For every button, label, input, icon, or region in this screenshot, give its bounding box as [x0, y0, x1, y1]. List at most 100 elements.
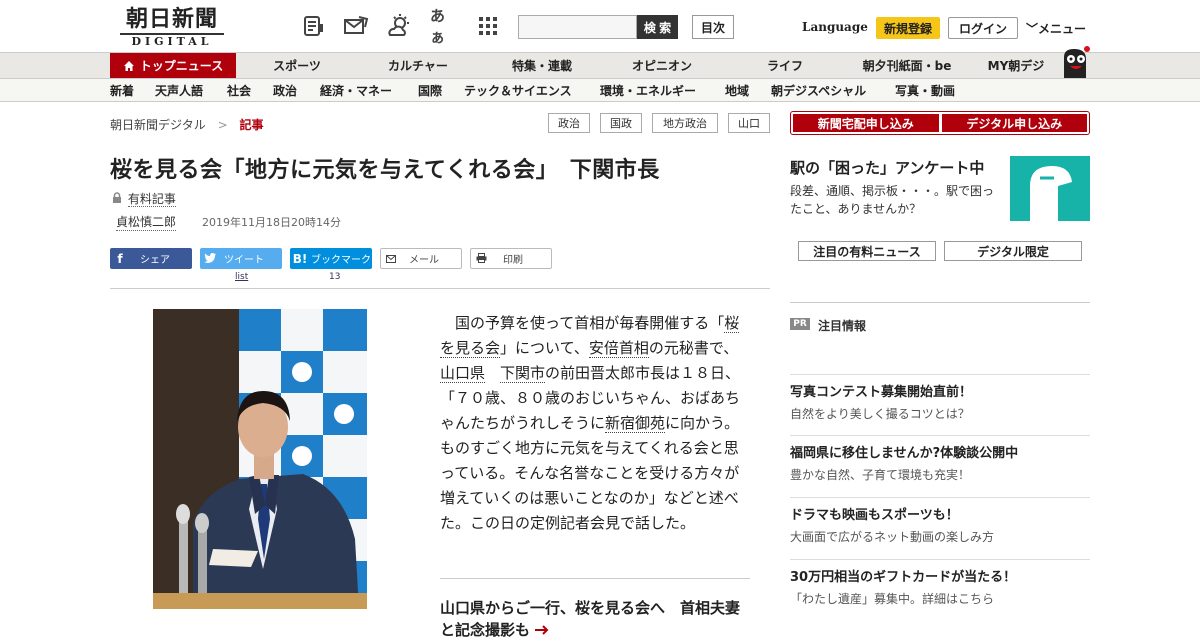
secondary-nav: 新着 天声人語 社会 政治 経済・マネー 国際 テック＆サイエンス 環境・エネル…	[0, 78, 1200, 102]
nav-international[interactable]: 国際	[418, 82, 442, 99]
nav-region[interactable]: 地域	[725, 82, 749, 99]
grid-menu-icon[interactable]	[474, 12, 502, 40]
mascot-icon[interactable]	[1058, 45, 1092, 79]
tag-national-politics[interactable]: 国政	[600, 113, 642, 133]
ad-subtitle: 自然をより美しく撮るコツとは？	[790, 407, 970, 421]
paid-label-text: 有料記事	[127, 192, 176, 207]
breadcrumb-current: 記事	[239, 118, 264, 132]
weather-icon[interactable]	[385, 12, 413, 40]
ad-item[interactable]: 30万円相当のギフトカードが当たる！ 「わたし遺産」募集中。詳細はこちら	[790, 559, 1090, 607]
pr-section-title: 注目情報	[818, 319, 867, 333]
mail-icon	[381, 252, 401, 266]
nav-special[interactable]: 朝デジスペシャル	[771, 82, 866, 99]
ad-item[interactable]: 福岡県に移住しませんか?体験談公開中 豊かな自然、子育て環境も充実！	[790, 435, 1090, 483]
tweet-label: ツイート	[224, 255, 264, 266]
publish-date: 2019年11月18日20時14分	[202, 216, 341, 229]
digital-only-button[interactable]: デジタル限定	[944, 241, 1082, 261]
newspaper-icon[interactable]	[300, 12, 328, 40]
site-logo[interactable]: 朝日新聞 DIGITAL	[116, 6, 228, 48]
breadcrumb-separator: >	[217, 118, 228, 132]
printer-icon	[471, 252, 491, 266]
article-body: 国の予算を使って首相が毎春開催する「桜を見る会」について、安倍首相の元秘書で、山…	[440, 311, 750, 536]
survey-title[interactable]: 駅の「困った」アンケート中	[790, 157, 984, 178]
ad-subtitle: 「わたし遺産」募集中。詳細はこちら	[790, 592, 995, 606]
subscribe-panel: 新聞宅配申し込み デジタル申し込み	[790, 111, 1090, 135]
menu-button[interactable]: ﹀メニュー	[1026, 20, 1086, 37]
search-button[interactable]: 検 索	[637, 15, 678, 39]
survey-image[interactable]	[1010, 156, 1090, 221]
related-article-link[interactable]: 山口県からご一行、桜を見る会へ 首相夫妻と記念撮影も	[440, 597, 750, 641]
nav-photo-video[interactable]: 写真・動画	[895, 82, 955, 99]
mail-share-button[interactable]: メール	[380, 248, 462, 269]
facebook-icon: f	[117, 251, 123, 266]
body-text: の元秘書で、	[648, 339, 739, 357]
paid-article-label: 有料記事	[112, 190, 176, 207]
mail-label: メール	[409, 255, 439, 266]
search-input[interactable]	[518, 15, 637, 39]
nav-opinion[interactable]: オピニオン	[612, 53, 712, 78]
nav-environment[interactable]: 環境・エネルギー	[600, 82, 696, 99]
breadcrumb-home[interactable]: 朝日新聞デジタル	[110, 118, 206, 132]
divider	[110, 288, 770, 289]
nav-latest[interactable]: 新着	[110, 82, 134, 99]
nav-top-news[interactable]: トップニュース	[110, 53, 236, 78]
nav-features[interactable]: 特集・連載	[492, 53, 592, 78]
nav-life[interactable]: ライフ	[740, 53, 830, 78]
menu-label: メニュー	[1038, 22, 1087, 36]
pr-badge: PR	[790, 318, 810, 330]
font-size-icon[interactable]: あぁ	[430, 7, 458, 46]
print-button[interactable]: 印刷	[470, 248, 552, 269]
link-yamaguchi[interactable]: 山口県	[440, 364, 486, 383]
body-text: 国の予算を使って首相が毎春開催する「	[455, 314, 725, 332]
tweet-count[interactable]: list	[235, 272, 248, 282]
ad-item[interactable]: 写真コンテスト募集開始直前！ 自然をより美しく撮るコツとは？	[790, 374, 1090, 422]
related-title: 山口県からご一行、桜を見る会へ 首相夫妻と記念撮影も	[440, 599, 741, 639]
twitter-share-button[interactable]: ツイート	[200, 248, 282, 269]
tag-local-politics[interactable]: 地方政治	[652, 113, 718, 133]
register-button[interactable]: 新規登録	[876, 17, 940, 39]
link-shinjuku-gyoen[interactable]: 新宿御苑	[605, 414, 666, 433]
ad-title: 福岡県に移住しませんか?体験談公開中	[790, 446, 1019, 461]
nav-label: トップニュース	[139, 59, 224, 73]
nav-culture[interactable]: カルチャー	[368, 53, 468, 78]
nav-tensei-jingo[interactable]: 天声人語	[155, 82, 203, 99]
nav-society[interactable]: 社会	[227, 82, 251, 99]
ad-title: ドラマも映画もスポーツも！	[790, 508, 959, 523]
ad-subtitle: 豊かな自然、子育て環境も充実！	[790, 468, 971, 482]
article-photo[interactable]	[153, 309, 367, 609]
tag-politics[interactable]: 政治	[548, 113, 590, 133]
hatena-bookmark-button[interactable]: B! ブックマーク	[290, 248, 372, 269]
twitter-icon	[200, 252, 220, 266]
share-label: シェア	[140, 255, 170, 266]
body-text: 」について、	[500, 339, 589, 357]
subscribe-digital-button[interactable]: デジタル申し込み	[941, 114, 1087, 132]
chevron-down-icon: ﹀	[1026, 22, 1039, 36]
link-shimonoseki[interactable]: 下関市	[500, 364, 546, 383]
subscribe-paper-button[interactable]: 新聞宅配申し込み	[793, 114, 939, 132]
login-button[interactable]: ログイン	[948, 17, 1018, 39]
site-header: 朝日新聞 DIGITAL あぁ 検 索 目次 Language 新規登録 ログイ…	[0, 0, 1200, 52]
toc-button[interactable]: 目次	[692, 15, 734, 39]
nav-economy[interactable]: 経済・マネー	[320, 82, 392, 99]
nav-print-edition[interactable]: 朝夕刊紙面・be	[850, 53, 964, 78]
nav-politics[interactable]: 政治	[273, 82, 297, 99]
home-icon	[123, 60, 134, 71]
tag-yamaguchi[interactable]: 山口	[728, 113, 770, 133]
link-prime-minister[interactable]: 安倍首相	[588, 339, 649, 358]
bookmark-label: ブックマーク	[311, 255, 371, 266]
ad-title: 30万円相当のギフトカードが当たる！	[790, 570, 1017, 585]
nav-my-asadigi[interactable]: MY朝デジ	[978, 53, 1054, 78]
language-link[interactable]: Language	[802, 20, 868, 34]
nav-sports[interactable]: スポーツ	[252, 53, 342, 78]
lock-icon	[113, 192, 121, 203]
author-link[interactable]: 貞松慎二郎	[116, 213, 177, 231]
divider	[440, 578, 750, 579]
mail-magazine-icon[interactable]	[342, 12, 370, 40]
logo-jp: 朝日新聞	[125, 6, 218, 32]
bookmark-count[interactable]: 13	[329, 272, 340, 282]
facebook-share-button[interactable]: f シェア	[110, 248, 192, 269]
featured-paid-news-button[interactable]: 注目の有料ニュース	[798, 241, 936, 261]
survey-body: 段差、通順、掲示板・・・。駅で困ったこと、ありませんか？	[790, 184, 995, 216]
ad-item[interactable]: ドラマも映画もスポーツも！ 大画面で広がるネット動画の楽しみ方	[790, 497, 1090, 545]
nav-tech-science[interactable]: テック＆サイエンス	[464, 82, 572, 99]
